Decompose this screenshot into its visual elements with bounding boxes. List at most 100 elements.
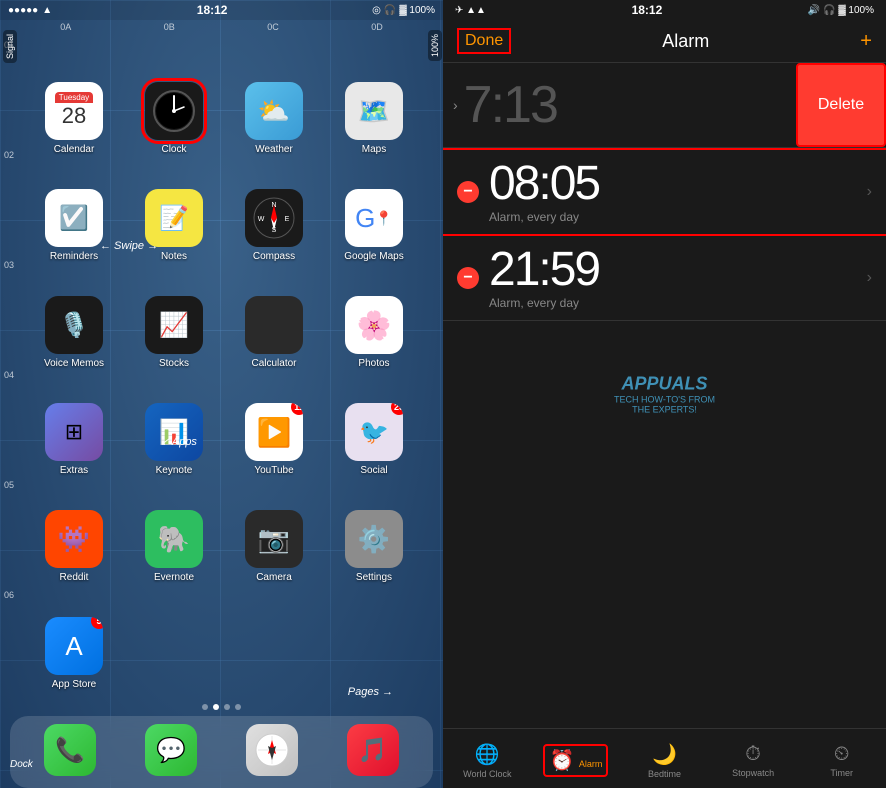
swipe-annotation: ← Swipe → — [100, 240, 158, 252]
add-alarm-button[interactable]: + — [860, 30, 872, 53]
empty-6-4 — [324, 591, 424, 698]
app-calendar[interactable]: Tuesday 28 Calendar — [24, 56, 124, 163]
app-reddit[interactable]: 👾 Reddit — [24, 484, 124, 591]
alarm-tab-label: Alarm — [579, 759, 603, 769]
weather-app-icon: ⛅ — [245, 82, 303, 140]
left-status-bar: ●●●●● ▲ 18:12 ◎ 🎧 ▓ 100% — [0, 0, 443, 20]
youtube-label: YouTube — [254, 465, 293, 476]
alarm-entry-1: › 7:13 am Delete — [443, 63, 886, 148]
done-button[interactable]: Done — [457, 28, 511, 54]
alarm-tab-highlight: ⏰ Alarm — [543, 744, 608, 777]
reminders-app-icon: ☑️ — [45, 189, 103, 247]
alarm-entry-2[interactable]: − 08:05 Alarm, every day › — [443, 148, 886, 236]
youtube-badge: 11 — [291, 403, 303, 415]
stopwatch-icon: ⏱ — [745, 743, 761, 766]
calendar-icon: Tuesday 28 — [45, 82, 103, 140]
tab-stopwatch[interactable]: ⏱ Stopwatch — [709, 735, 798, 786]
stocks-app-icon: 📈 — [145, 296, 203, 354]
dock: 📞 💬 🎵 — [10, 716, 433, 788]
empty-6-3 — [224, 591, 324, 698]
phone-icon: 📞 — [44, 724, 96, 776]
signal-label: Signal — [3, 30, 17, 63]
app-evernote[interactable]: 🐘 Evernote — [124, 484, 224, 591]
location-icon: ◎ — [372, 5, 381, 16]
app-grid: Tuesday 28 Calendar Clock ⛅ — [0, 26, 443, 698]
googlemaps-label: Google Maps — [344, 251, 403, 262]
dock-music[interactable]: 🎵 — [347, 724, 399, 780]
delete-alarm-button[interactable]: Delete — [796, 63, 886, 147]
dot-1 — [202, 704, 208, 710]
youtube-app-icon: ▶️ 11 — [245, 403, 303, 461]
app-weather[interactable]: ⛅ Weather — [224, 56, 324, 163]
social-app-icon: 🐦 25 — [345, 403, 403, 461]
alarm-time-display-2: 08:05 — [489, 160, 867, 208]
svg-text:E: E — [285, 216, 290, 223]
camera-app-icon: 📷 — [245, 510, 303, 568]
tab-bedtime[interactable]: 🌙 Bedtime — [620, 735, 709, 786]
bedtime-label: Bedtime — [648, 769, 681, 779]
alarm-tab-icon: ⏰ — [549, 750, 574, 772]
app-photos[interactable]: 🌸 Photos — [324, 270, 424, 377]
camera-label: Camera — [256, 572, 292, 583]
reddit-app-icon: 👾 — [45, 510, 103, 568]
pages-annotation: Pages → — [348, 686, 393, 698]
appstore-label: App Store — [52, 679, 96, 690]
signal-sidebar: Signal — [0, 20, 20, 708]
clock-app-screen: ✈ ▲▲ 18:12 🔊 🎧 ▓ 100% Done Alarm + › 7:1… — [443, 0, 886, 788]
app-clock[interactable]: Clock — [124, 56, 224, 163]
home-screen: Signal 100% ●●●●● ▲ 18:12 ◎ 🎧 ▓ 100% 0A … — [0, 0, 443, 788]
app-camera[interactable]: 📷 Camera — [224, 484, 324, 591]
app-calculator[interactable]: Calculator — [224, 270, 324, 377]
dock-safari[interactable] — [246, 724, 298, 780]
dock-phone[interactable]: 📞 — [44, 724, 96, 780]
app-notes[interactable]: 📝 Notes — [124, 163, 224, 270]
alarm-minus-btn-3[interactable]: − — [457, 267, 479, 289]
app-keynote[interactable]: 📊 Keynote — [124, 377, 224, 484]
app-settings[interactable]: ⚙️ Settings — [324, 484, 424, 591]
app-youtube[interactable]: ▶️ 11 YouTube — [224, 377, 324, 484]
status-time-left: 18:12 — [197, 3, 228, 17]
alarm-header: Done Alarm + — [443, 20, 886, 63]
notes-app-icon: 📝 — [145, 189, 203, 247]
alarm-chevron-2: › — [867, 183, 872, 201]
alarm-chevron-3: › — [867, 269, 872, 287]
photos-app-icon: 🌸 — [345, 296, 403, 354]
wifi-icon: ▲ — [42, 5, 52, 16]
evernote-label: Evernote — [154, 572, 194, 583]
svg-text:W: W — [258, 216, 265, 223]
tab-timer[interactable]: ⏲ Timer — [797, 735, 886, 786]
alarm-entry-3[interactable]: − 21:59 Alarm, every day › — [443, 236, 886, 321]
stocks-label: Stocks — [159, 358, 189, 369]
apps-annotation: ↙ Apps — [160, 435, 197, 448]
right-signal: ✈ ▲▲ — [455, 5, 486, 16]
messages-icon: 💬 — [145, 724, 197, 776]
photos-label: Photos — [358, 358, 389, 369]
appstore-app-icon: A 5 — [45, 617, 103, 675]
dot-3 — [224, 704, 230, 710]
app-maps[interactable]: 🗺️ Maps — [324, 56, 424, 163]
dock-annotation: Dock — [10, 759, 33, 770]
dock-messages[interactable]: 💬 — [145, 724, 197, 780]
notes-label: Notes — [161, 251, 187, 262]
dot-4 — [235, 704, 241, 710]
voicememos-app-icon: 🎙️ — [45, 296, 103, 354]
app-appstore[interactable]: A 5 App Store — [24, 591, 124, 698]
battery-sidebar: 100% — [427, 20, 443, 788]
tab-world-clock[interactable]: 🌐 World Clock — [443, 735, 532, 786]
app-stocks[interactable]: 📈 Stocks — [124, 270, 224, 377]
status-right-left: ◎ 🎧 ▓ 100% — [372, 5, 435, 16]
compass-app-icon: N S W E — [245, 189, 303, 247]
app-reminders[interactable]: ☑️ Reminders — [24, 163, 124, 270]
dot-2 — [213, 704, 219, 710]
app-google-maps[interactable]: G📍 Google Maps — [324, 163, 424, 270]
empty-6-2 — [124, 591, 224, 698]
weather-label: Weather — [255, 144, 293, 155]
alarm-time-display-3: 21:59 — [489, 246, 867, 294]
app-compass[interactable]: N S W E Compass — [224, 163, 324, 270]
app-extras[interactable]: ⊞ Extras — [24, 377, 124, 484]
app-social[interactable]: 🐦 25 Social — [324, 377, 424, 484]
app-voice-memos[interactable]: 🎙️ Voice Memos — [24, 270, 124, 377]
tab-alarm[interactable]: ⏰ Alarm — [532, 735, 621, 786]
calculator-label: Calculator — [251, 358, 296, 369]
alarm-minus-btn-2[interactable]: − — [457, 181, 479, 203]
